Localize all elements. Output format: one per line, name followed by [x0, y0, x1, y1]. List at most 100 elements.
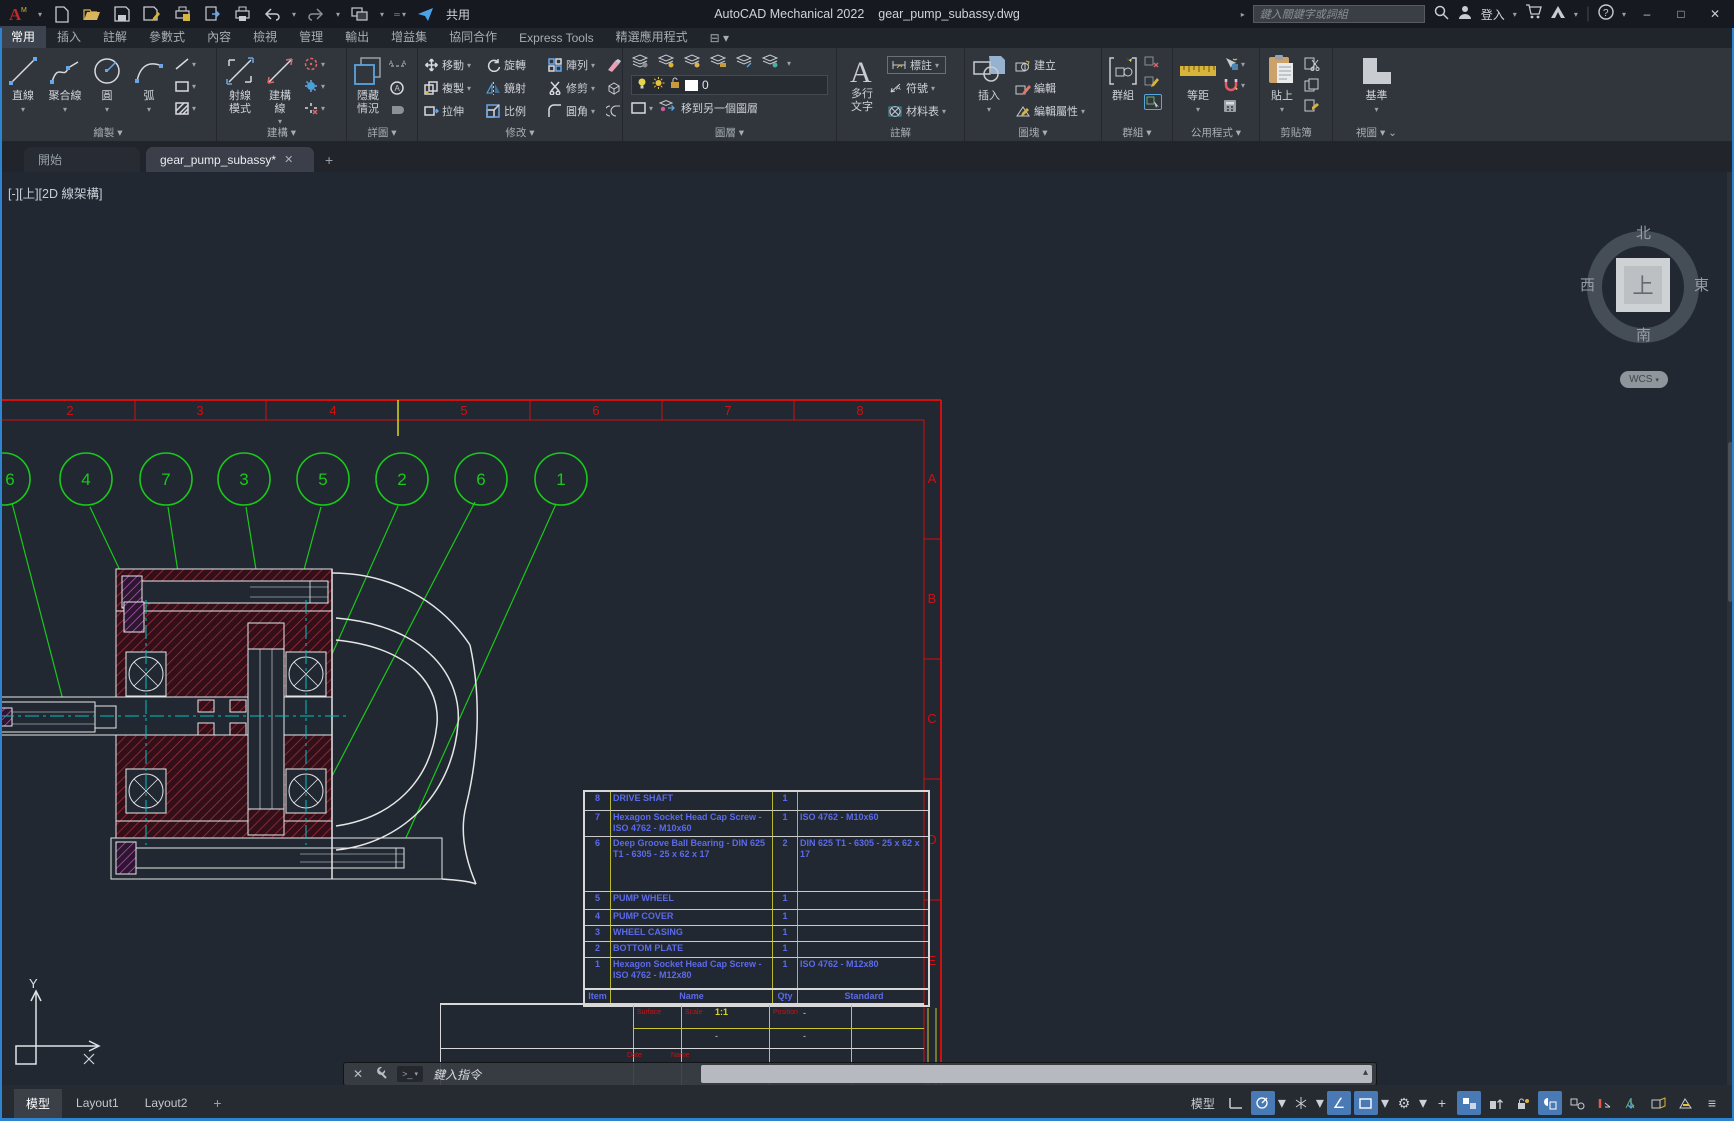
new-drawing-tab-icon[interactable]: + [325, 152, 333, 168]
viewcube-west[interactable]: 西 [1580, 274, 1595, 295]
panel-utilities-label[interactable]: 公用程式 ▾ [1173, 125, 1259, 140]
recent-commands-icon[interactable]: >_▾ [397, 1066, 423, 1082]
scale-button[interactable]: 比例 [486, 100, 548, 122]
workspace-caret-icon[interactable]: ▾ [380, 10, 384, 19]
redo-caret-icon[interactable]: ▾ [336, 10, 340, 19]
erase-construction-icon[interactable]: ▾ [303, 100, 325, 116]
panel-annotate-label[interactable]: 註解 [837, 125, 964, 140]
viewcube-top-face[interactable]: 上 [1616, 258, 1670, 312]
share-label[interactable]: 共用 [446, 6, 470, 23]
auto-construction-icon[interactable]: ▾ [303, 78, 325, 94]
share-icon[interactable] [416, 5, 436, 23]
hide-situation-button[interactable]: 隱藏情況 [351, 48, 385, 118]
sign-in-caret-icon[interactable]: ▾ [1513, 10, 1517, 19]
tab-home[interactable]: 常用 [0, 26, 46, 48]
viewcube-east[interactable]: 東 [1694, 274, 1709, 295]
polyline-button[interactable]: 聚合線▾ [48, 48, 82, 116]
file-tab-start[interactable]: 開始 [24, 147, 140, 172]
undo-caret-icon[interactable]: ▾ [292, 10, 296, 19]
dimension-button[interactable]: 標註▾ [887, 56, 946, 74]
tab-output[interactable]: 輸出 [334, 26, 380, 48]
layout-tab-layout2[interactable]: Layout2 [133, 1090, 200, 1116]
drawing-canvas[interactable]: [-][上][2D 線架構] [0, 172, 1734, 1085]
paste-special-icon[interactable] [1304, 98, 1320, 114]
command-input[interactable]: 鍵入指令 [433, 1066, 481, 1083]
workspace-switching-icon[interactable] [1673, 1091, 1697, 1115]
mirror-button[interactable]: 鏡射 [486, 77, 548, 99]
ray-mode-button[interactable]: 射線模式 [223, 48, 257, 126]
model-paper-toggle[interactable]: 模型 [1185, 1095, 1221, 1112]
file-tab-close-icon[interactable]: ✕ [284, 153, 293, 166]
transparency-icon[interactable] [1538, 1091, 1562, 1115]
tab-parametric[interactable]: 參數式 [138, 26, 196, 48]
layer-off-icon[interactable] [657, 54, 675, 73]
undo-icon[interactable] [262, 5, 282, 23]
isodraft-caret-icon[interactable]: ▾ [1419, 1093, 1427, 1113]
dynamic-input-caret-icon[interactable]: ▾ [1278, 1093, 1286, 1113]
panel-clipboard-label[interactable]: 剪貼簿 [1260, 125, 1332, 140]
tab-manage[interactable]: 管理 [288, 26, 334, 48]
polar-caret-icon[interactable]: ▾ [1381, 1093, 1389, 1113]
help-icon[interactable]: ? [1598, 4, 1614, 25]
edit-block-button[interactable]: 編輯 [1015, 79, 1085, 97]
object-snap-tracking-icon[interactable] [1484, 1091, 1508, 1115]
tab-express-tools[interactable]: Express Tools [508, 29, 604, 48]
print-icon[interactable] [232, 5, 252, 23]
insert-block-button[interactable]: 插入▾ [971, 48, 1007, 120]
app-menu-caret-icon[interactable]: ▾ [38, 10, 42, 19]
autodesk-icon[interactable] [1550, 5, 1566, 24]
tab-featured-apps[interactable]: 精選應用程式 [605, 26, 699, 48]
layer-unisolate-icon[interactable] [761, 54, 779, 73]
mtext-button[interactable]: A 多行文字 [845, 48, 879, 120]
construction-circle-icon[interactable]: ▾ [303, 56, 325, 72]
tab-annotate[interactable]: 註解 [92, 26, 138, 48]
layer-color-swatch[interactable] [685, 80, 698, 91]
wcs-menu[interactable]: WCS▾ [1620, 371, 1668, 388]
snap-mode-icon[interactable] [1289, 1091, 1313, 1115]
workspace-switch-icon[interactable] [350, 5, 370, 23]
array-button[interactable]: 陣列▾ [548, 54, 606, 76]
maximize-button[interactable]: □ [1668, 3, 1694, 25]
drawline-mini-icon[interactable]: ▾ [174, 56, 196, 72]
panel-block-label[interactable]: 圖塊 ▾ [965, 125, 1101, 140]
detail-tool-icon[interactable] [389, 102, 407, 118]
annotation-autoscale-icon[interactable] [1619, 1091, 1643, 1115]
polar-tracking-icon[interactable] [1354, 1091, 1378, 1115]
panel-group-label[interactable]: 群組 ▾ [1102, 125, 1172, 140]
grid-icon[interactable] [1224, 1091, 1248, 1115]
magnet-icon[interactable]: ▾ [1223, 77, 1245, 93]
arc-button[interactable]: 弧▾ [132, 48, 166, 116]
construction-line-button[interactable]: 建構線▾ [263, 48, 297, 126]
sign-in-label[interactable]: 登入 [1481, 6, 1505, 23]
minimize-button[interactable]: – [1634, 3, 1660, 25]
panel-view-label[interactable]: 視圖 ▾ ⌄ [1333, 125, 1420, 140]
viewcube-north[interactable]: 北 [1636, 222, 1651, 243]
search-input[interactable]: 鍵入關鍵字或詞組 [1253, 5, 1425, 23]
line-button[interactable]: 直線▾ [6, 48, 40, 116]
layer-lock-icon[interactable] [709, 54, 727, 73]
lineweight-lock-icon[interactable] [1511, 1091, 1535, 1115]
trim-button[interactable]: 修剪▾ [548, 77, 606, 99]
object-snap-icon[interactable] [1457, 1091, 1481, 1115]
layer-thaw-icon[interactable] [652, 76, 665, 94]
panel-draw-label[interactable]: 繪製 ▾ [0, 125, 216, 140]
rectangle-mini-icon[interactable]: ▾ [174, 78, 196, 94]
search-icon[interactable] [1433, 4, 1449, 25]
plot-icon[interactable] [172, 5, 192, 23]
detail-view-icon[interactable]: A [389, 80, 407, 96]
file-tab-document[interactable]: gear_pump_subassy*✕ [146, 147, 314, 172]
new-layout-icon[interactable]: + [201, 1089, 233, 1117]
section-line-icon[interactable]: AA [389, 58, 407, 74]
command-history-up-icon[interactable]: ▴ [1363, 1067, 1368, 1078]
tab-view[interactable]: 檢視 [242, 26, 288, 48]
tab-content[interactable]: 內容 [196, 26, 242, 48]
annotation-visibility-icon[interactable] [1592, 1091, 1616, 1115]
cut-icon[interactable] [1304, 56, 1320, 72]
cart-icon[interactable] [1525, 4, 1542, 24]
layer-isolate-icon[interactable] [735, 54, 753, 73]
close-button[interactable]: ✕ [1702, 3, 1728, 25]
qat-customize-icon[interactable]: ═ ▾ [394, 10, 406, 19]
layout-tab-model[interactable]: 模型 [14, 1089, 62, 1118]
autosnap-marker-icon[interactable]: + [1430, 1091, 1454, 1115]
ungroup-icon[interactable] [1144, 54, 1162, 70]
